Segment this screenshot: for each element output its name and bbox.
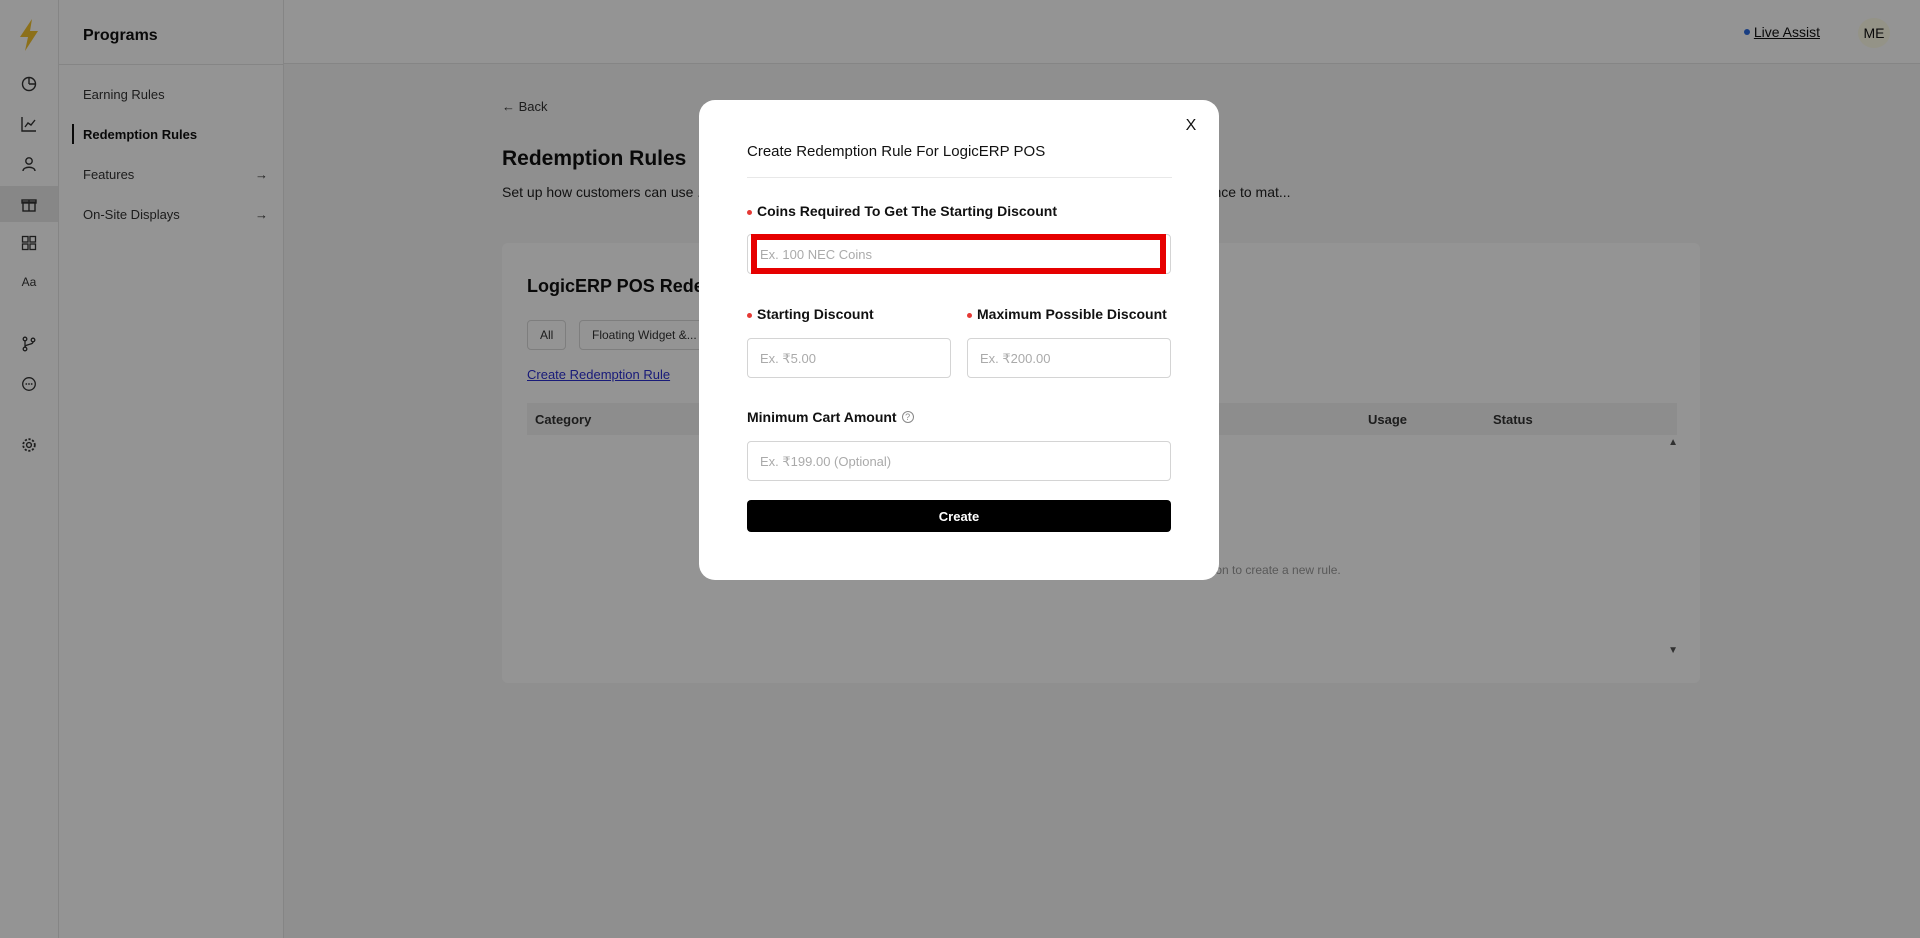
min-cart-label: Minimum Cart Amount ? [747,409,914,425]
modal-divider [747,177,1172,178]
starting-discount-label: Starting Discount [747,306,874,322]
coins-input[interactable] [747,234,1171,274]
required-dot-icon [747,209,752,215]
coins-label: Coins Required To Get The Starting Disco… [747,203,1057,219]
required-dot-icon [967,312,972,318]
max-discount-label: Maximum Possible Discount [967,306,1167,322]
required-dot-icon [747,312,752,318]
close-icon[interactable]: X [1181,116,1201,136]
starting-discount-input[interactable] [747,338,951,378]
help-icon[interactable]: ? [901,411,914,423]
max-discount-input[interactable] [967,338,1171,378]
create-redemption-rule-modal: X Create Redemption Rule For LogicERP PO… [699,100,1219,580]
min-cart-input[interactable] [747,441,1171,481]
create-button[interactable]: Create [747,500,1171,532]
modal-title: Create Redemption Rule For LogicERP POS [747,143,1046,160]
